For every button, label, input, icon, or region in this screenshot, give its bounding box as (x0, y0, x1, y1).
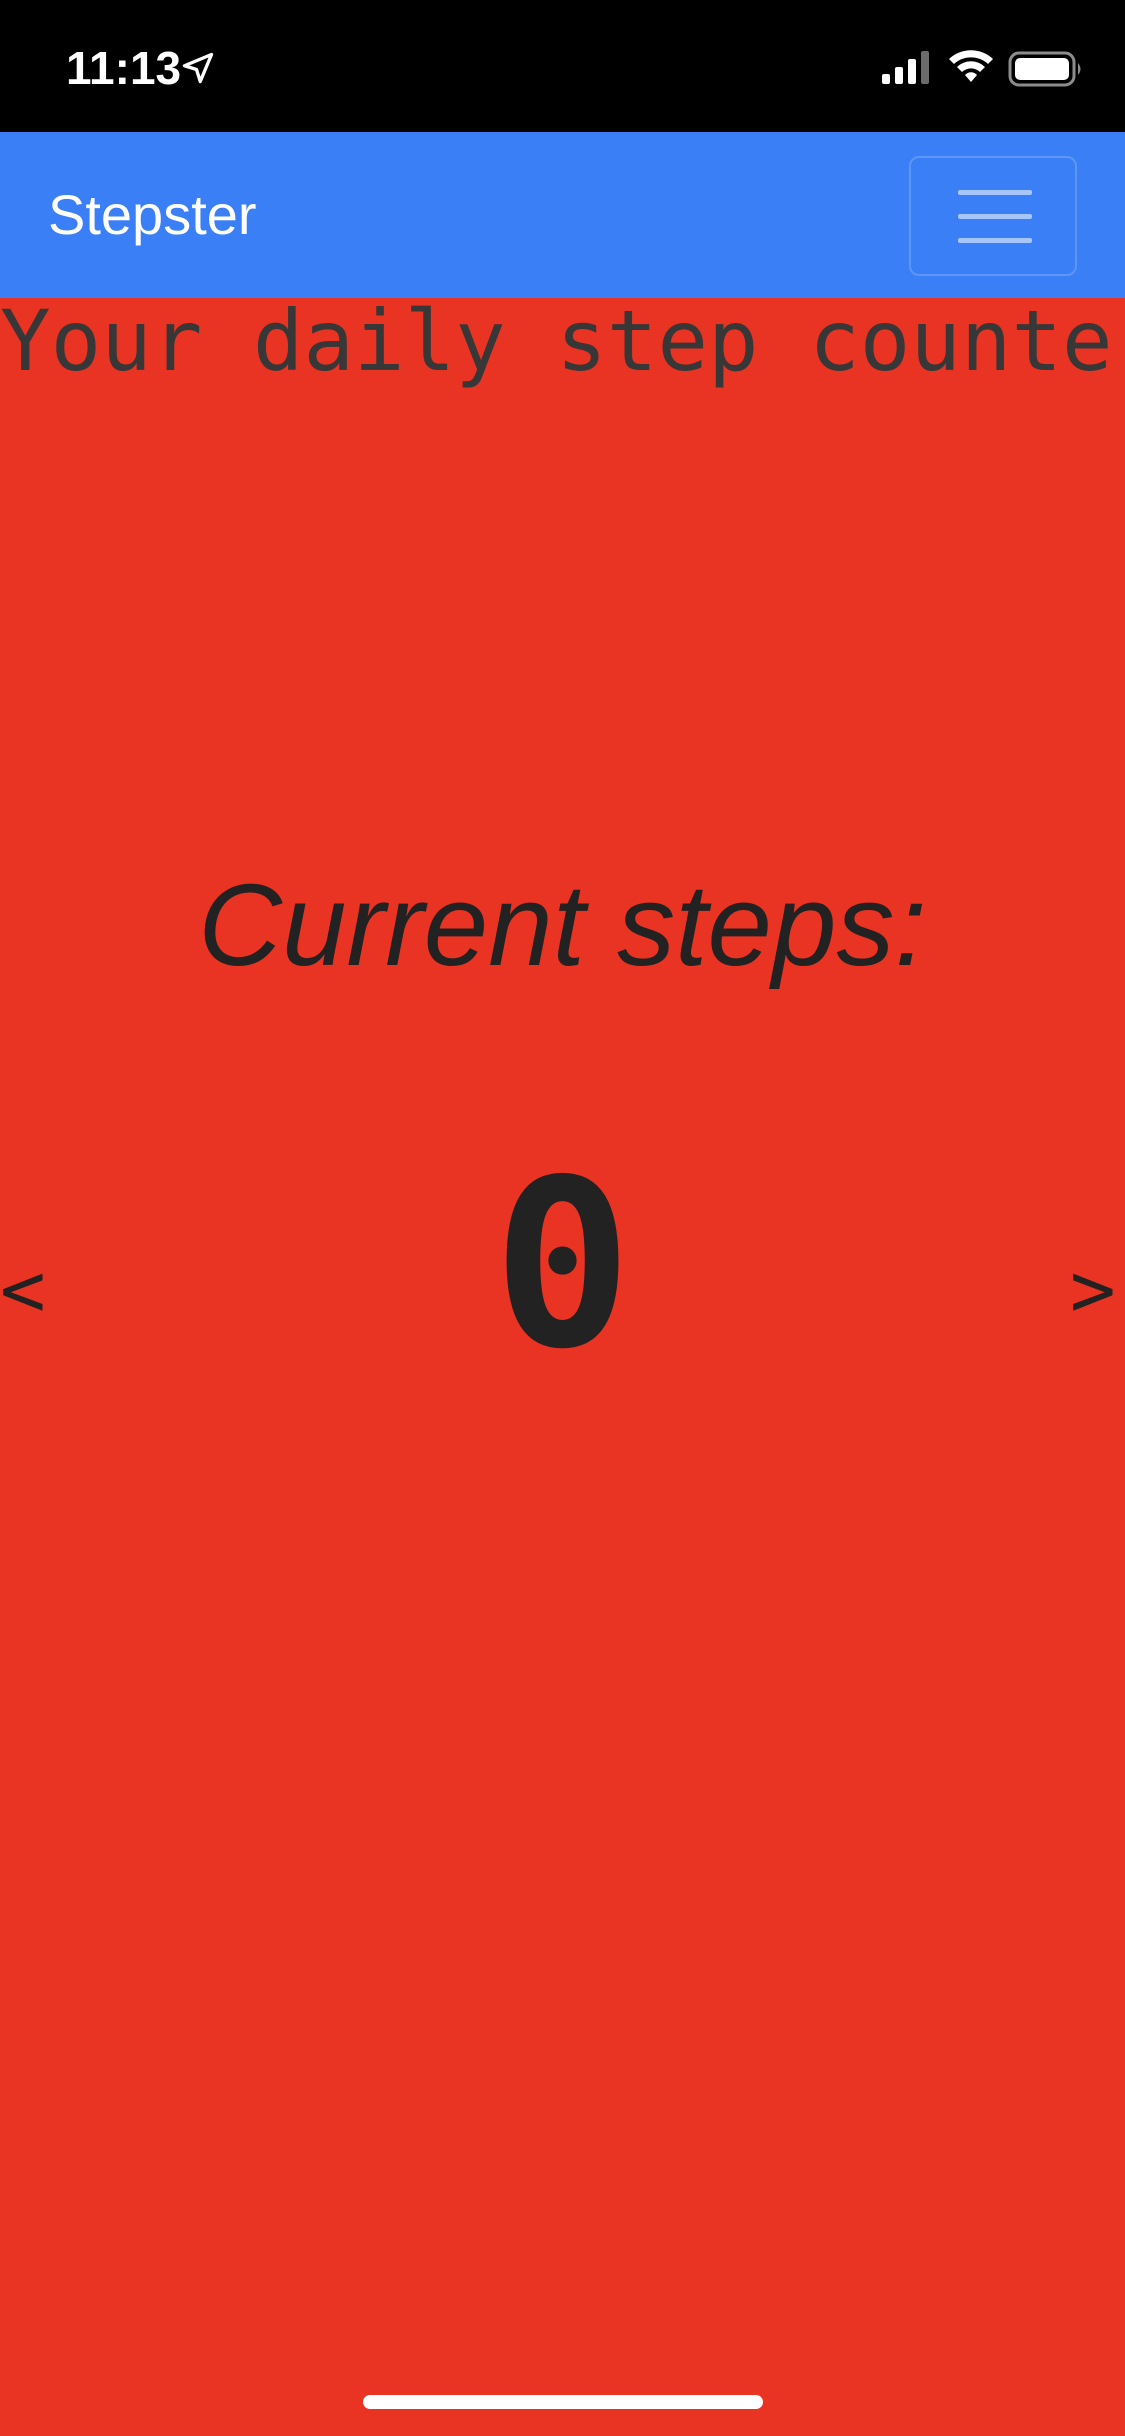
wifi-icon (949, 50, 993, 82)
navbar-toggle-button[interactable] (909, 156, 1077, 276)
current-steps-label: Current steps: (198, 860, 927, 990)
navbar: Stepster (0, 132, 1125, 298)
navbar-brand[interactable]: Stepster (48, 182, 257, 248)
signal-icon (882, 51, 929, 84)
previous-day-button[interactable]: < (0, 1245, 46, 1335)
step-count-value: 0 (492, 1130, 633, 1400)
status-bar: 11:13 (0, 0, 1125, 132)
home-indicator (363, 2395, 763, 2409)
battery-icon (1008, 51, 1081, 87)
status-time: 11:13 (66, 42, 182, 94)
location-arrow-icon (182, 52, 214, 84)
page-subtitle: Your daily step counter (0, 292, 1125, 390)
next-day-button[interactable]: > (1070, 1245, 1116, 1335)
hamburger-menu-icon (958, 190, 1032, 243)
